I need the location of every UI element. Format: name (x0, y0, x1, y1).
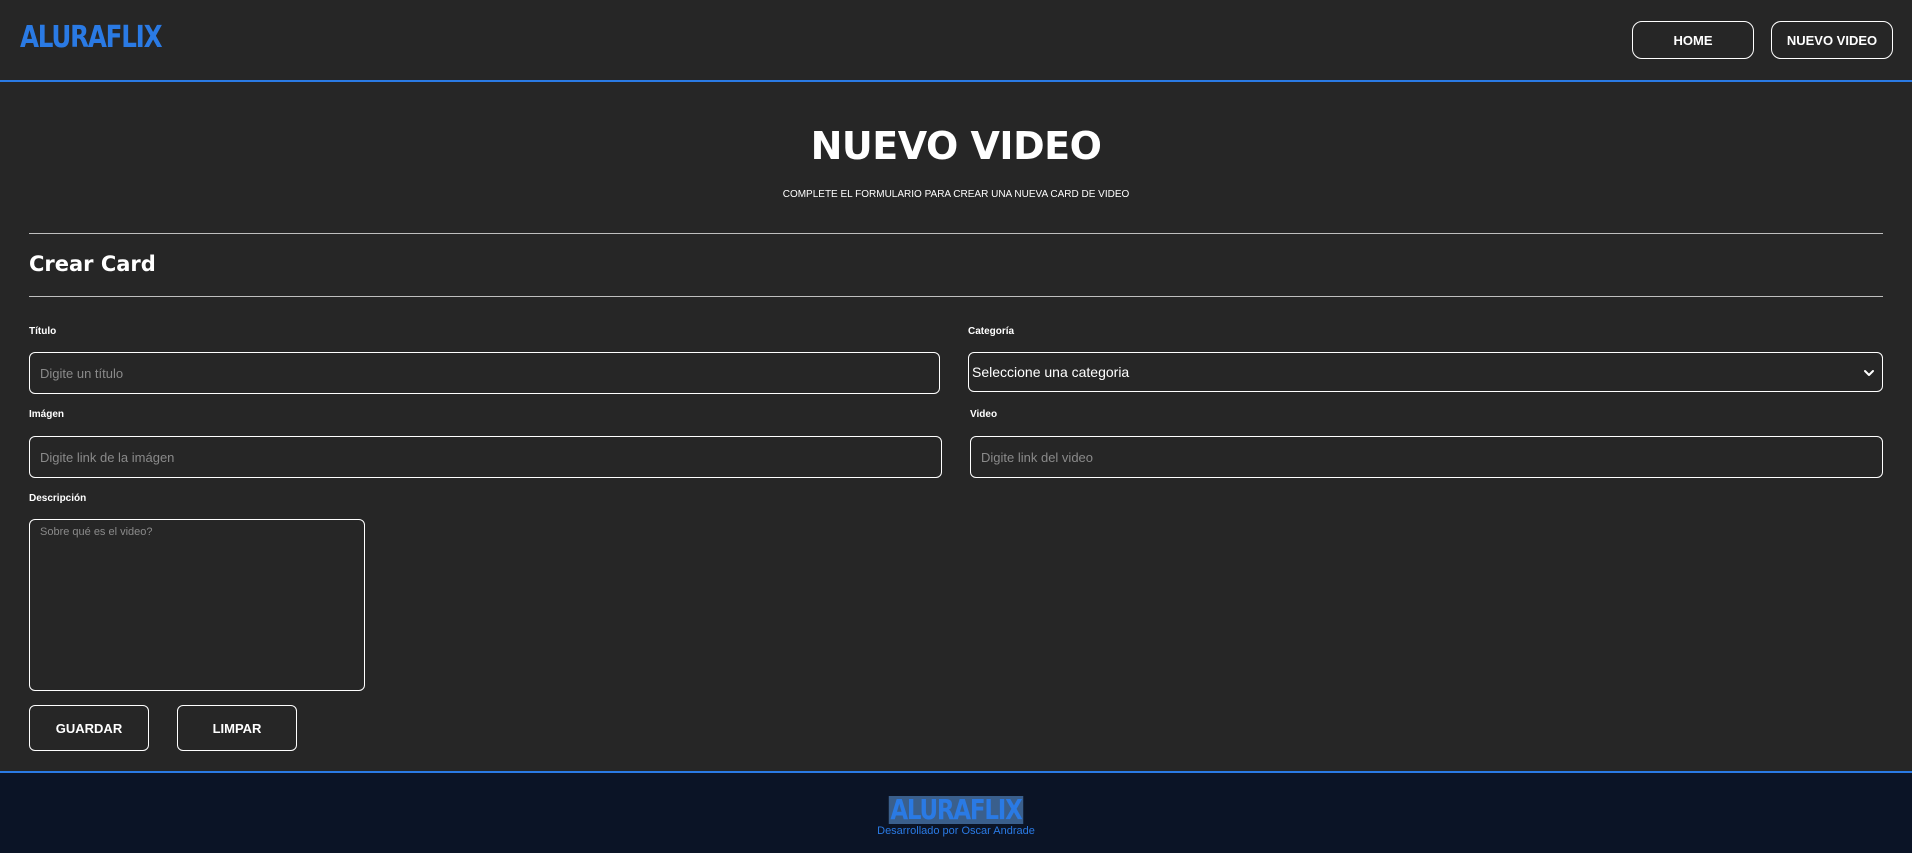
categoria-select[interactable]: Seleccione una categoria (968, 352, 1883, 392)
footer-credit: Desarrollado por Oscar Andrade (877, 825, 1035, 837)
categoria-label: Categoría (968, 326, 1015, 337)
titulo-input[interactable] (29, 352, 940, 394)
nav-new-video-button[interactable]: NUEVO VIDEO (1771, 21, 1893, 59)
divider (29, 233, 1883, 234)
aluraflix-logo[interactable]: ALURAFLIX (20, 20, 163, 55)
site-footer: ALURAFLIX Desarrollado por Oscar Andrade (0, 771, 1912, 853)
nav-home-button[interactable]: HOME (1632, 21, 1754, 59)
divider (29, 296, 1883, 297)
page-title: NUEVO VIDEO (810, 124, 1102, 168)
descripcion-textarea[interactable] (29, 519, 365, 691)
categoria-selected-value: Seleccione una categoria (972, 364, 1130, 380)
video-input[interactable] (970, 436, 1883, 478)
section-title: Crear Card (29, 252, 156, 276)
footer-logo-text: ALURAFLIX (888, 793, 1024, 826)
video-label: Video (970, 409, 998, 420)
chevron-down-icon (1864, 370, 1874, 376)
titulo-label: Título (29, 326, 57, 337)
clear-button[interactable]: LIMPAR (177, 705, 297, 751)
descripcion-label: Descripción (29, 493, 87, 504)
imagen-input[interactable] (29, 436, 942, 478)
footer-logo: ALURAFLIX (0, 793, 1912, 826)
page-subtitle: COMPLETE EL FORMULARIO PARA CREAR UNA NU… (782, 189, 1130, 200)
save-button[interactable]: GUARDAR (29, 705, 149, 751)
site-header: ALURAFLIX HOME NUEVO VIDEO (0, 0, 1912, 82)
imagen-label: Imágen (29, 409, 65, 420)
